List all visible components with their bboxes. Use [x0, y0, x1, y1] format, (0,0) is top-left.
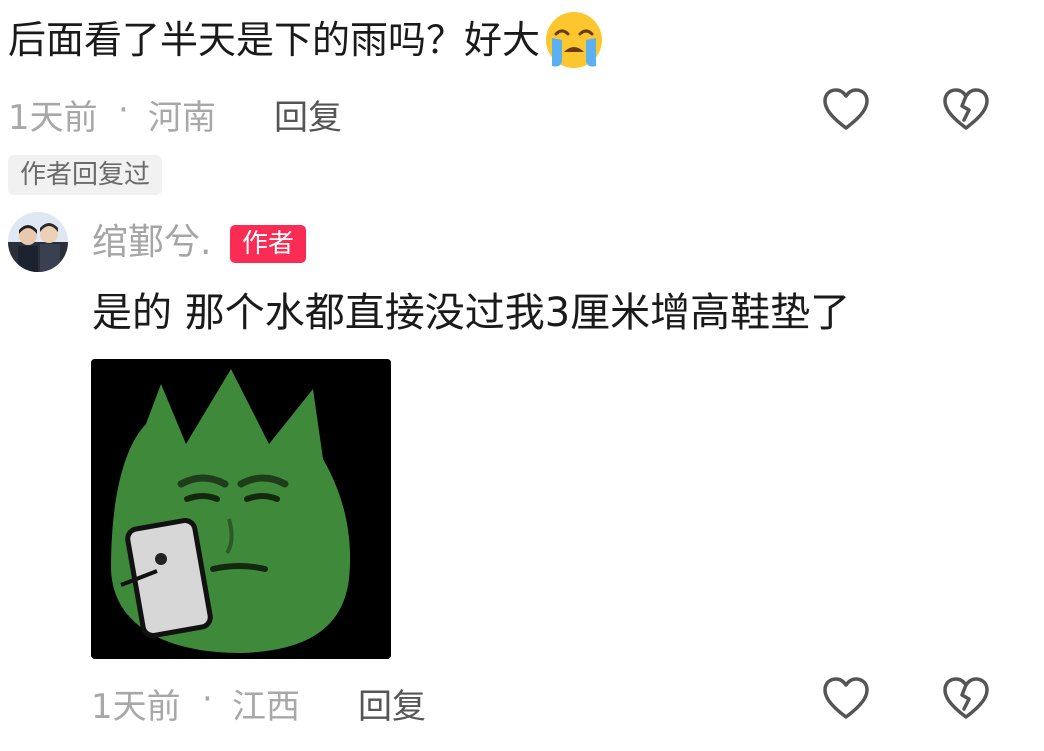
avatar[interactable]	[8, 212, 68, 272]
reply-separator: ·	[202, 679, 213, 719]
sticker-graphic	[91, 359, 391, 659]
loudly-crying-face-icon	[542, 8, 606, 72]
sticker-image[interactable]	[91, 359, 391, 659]
reply-reply-button[interactable]: 回复	[358, 679, 426, 728]
reply-text: 是的 那个水都直接没过我3厘米增高鞋垫了	[92, 290, 851, 336]
heart-icon	[823, 677, 869, 719]
heart-icon	[823, 88, 869, 130]
reply-username[interactable]: 绾鄞兮.	[92, 218, 211, 268]
author-badge: 作者	[230, 225, 307, 263]
author-replied-tag: 作者回复过	[8, 155, 163, 195]
broken-heart-icon	[943, 677, 989, 719]
comment-reply-button[interactable]: 回复	[274, 90, 342, 139]
comment-text: 后面看了半天是下的雨吗？好大	[8, 8, 606, 72]
avatar-image	[8, 212, 68, 272]
comment-time: 1天前	[8, 98, 98, 138]
comment-location: 河南	[148, 98, 216, 138]
broken-heart-icon	[943, 88, 989, 130]
comment-text-content: 后面看了半天是下的雨吗？好大	[8, 18, 541, 62]
dislike-button[interactable]	[940, 84, 992, 136]
reply-dislike-button[interactable]	[940, 673, 992, 725]
reply-time: 1天前	[91, 687, 181, 727]
comment-separator: ·	[118, 90, 129, 130]
like-button[interactable]	[820, 84, 872, 136]
reply-location: 江西	[232, 687, 300, 727]
reply-like-button[interactable]	[820, 673, 872, 725]
